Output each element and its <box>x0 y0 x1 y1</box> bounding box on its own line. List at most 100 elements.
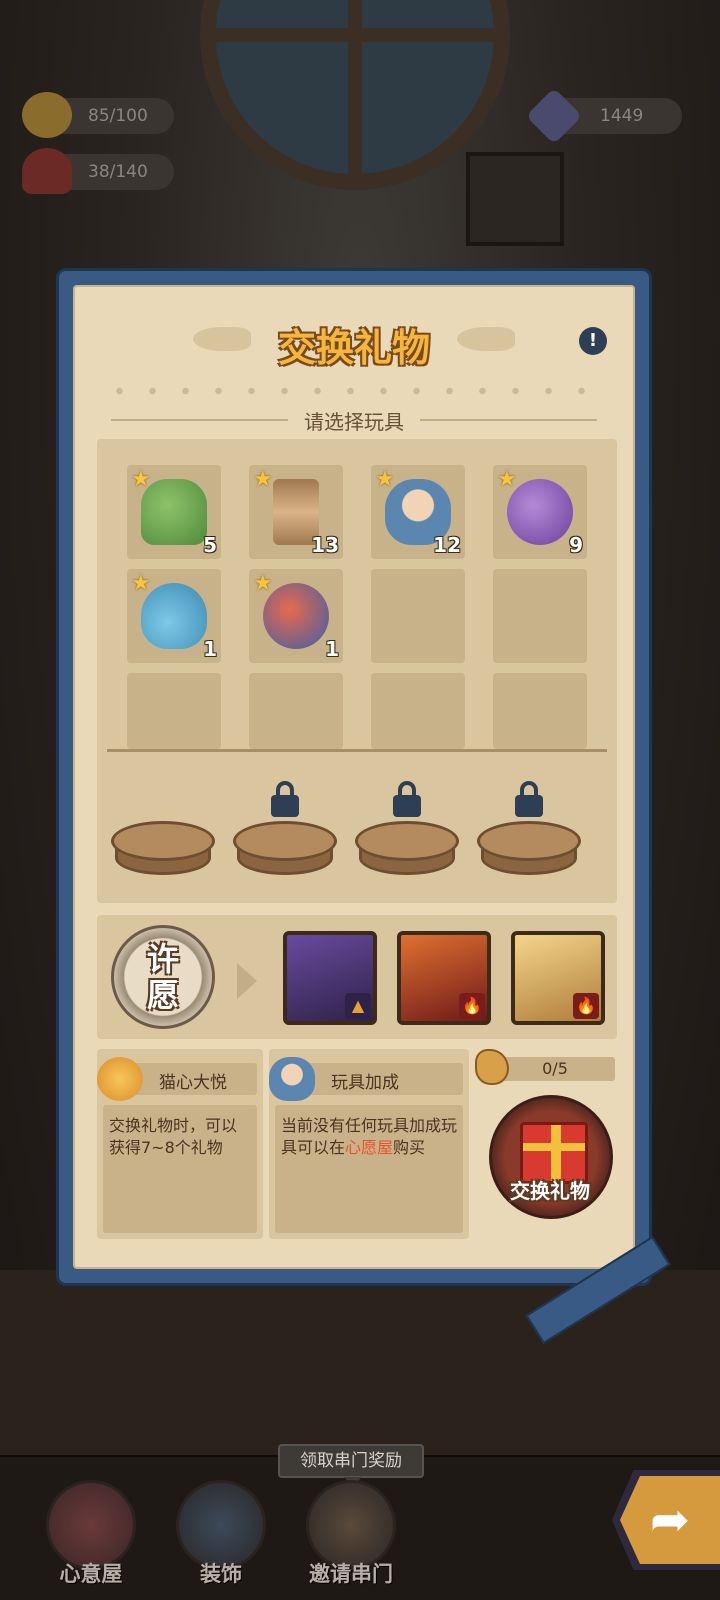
pedestal-top <box>355 821 459 861</box>
cat-mood-icon <box>22 92 72 138</box>
doll-icon <box>269 1057 315 1101</box>
toy-count: 1 <box>203 637 217 661</box>
toy-grid: ★ 5 ★ 13 ★ 12 ★ 9 ★ 1 ★ 1 <box>97 439 617 903</box>
bonus-header: 猫心大悦 <box>97 1057 263 1101</box>
toy-count: 9 <box>569 533 583 557</box>
divider-line <box>111 419 288 421</box>
wish-house-link[interactable]: 心愿屋 <box>345 1138 393 1157</box>
pedestal-slot-1[interactable] <box>111 821 215 877</box>
dotted-divider <box>103 387 605 395</box>
fire-element-icon: 🔥 <box>573 993 599 1019</box>
cat-joy-bonus: 猫心大悦 交换礼物时，可以获得7~8个礼物 <box>97 1049 263 1239</box>
toy-count: 13 <box>311 533 339 557</box>
empty-toy-slot <box>249 673 343 749</box>
heart-gift-icon <box>46 1480 136 1570</box>
mood-counter: 85/100 <box>22 92 174 138</box>
lock-body <box>393 795 421 817</box>
pedestal-slot-3 <box>355 781 459 877</box>
toy-slot-yarn[interactable]: ★ 9 <box>493 465 587 559</box>
cat-joy-title: 猫心大悦 <box>159 1073 227 1093</box>
star-icon: ★ <box>497 467 517 492</box>
share-button[interactable]: ➦ <box>612 1470 720 1570</box>
pedestal-top <box>477 821 581 861</box>
wish-button[interactable]: 许 愿 <box>111 925 215 1029</box>
element-badge-icon: ▲ <box>345 993 371 1019</box>
pedestal-slot-2 <box>233 781 337 877</box>
star-icon: ★ <box>375 467 395 492</box>
hero-card-1[interactable]: ▲ <box>283 931 377 1025</box>
empty-toy-slot <box>371 569 465 663</box>
toy-bonus: 玩具加成 当前没有任何玩具加成玩具可以在心愿屋购买 <box>269 1049 469 1239</box>
gift-ribbon <box>551 1125 561 1181</box>
gem-counter: 1449 <box>525 87 682 145</box>
toy-count: 1 <box>325 637 339 661</box>
toy-slot-spool[interactable]: ★ 13 <box>249 465 343 559</box>
pedestal-top <box>233 821 337 861</box>
toy-bonus-description: 当前没有任何玩具加成玩具可以在心愿屋购买 <box>275 1105 463 1233</box>
pedestal-top <box>111 821 215 861</box>
exchange-progress: 0/5 <box>495 1057 615 1081</box>
share-arrow-icon: ➦ <box>649 1492 691 1548</box>
star-icon: ★ <box>253 571 273 596</box>
subtitle-row: 请选择玩具 <box>111 405 597 435</box>
exchange-section: 0/5 交换礼物 <box>475 1049 615 1239</box>
cat-joy-description: 交换礼物时，可以获得7~8个礼物 <box>103 1105 257 1233</box>
grid-divider <box>107 749 607 752</box>
lock-icon <box>391 781 423 817</box>
info-icon[interactable]: ! <box>579 327 607 355</box>
star-icon: ★ <box>131 571 151 596</box>
toy-slot-plant[interactable]: ★ 5 <box>127 465 221 559</box>
toy-bonus-title: 玩具加成 <box>331 1073 399 1093</box>
divider-line <box>420 419 597 421</box>
nav-label: 装饰 <box>200 1562 242 1586</box>
lock-icon <box>269 781 301 817</box>
nav-label: 心意屋 <box>59 1562 123 1586</box>
taiyaki-icon <box>475 1049 509 1085</box>
gift-ribbon <box>523 1143 585 1151</box>
bonus-header: 玩具加成 <box>269 1057 469 1101</box>
star-icon: ★ <box>131 467 151 492</box>
dialog-header: 交换礼物 <box>75 317 633 377</box>
nav-label: 邀请串门 <box>309 1562 393 1586</box>
lock-body <box>515 795 543 817</box>
heart-icon <box>22 148 72 194</box>
toy-slot-rattle[interactable]: ★ 1 <box>249 569 343 663</box>
share-button-face: ➦ <box>620 1476 720 1564</box>
dialog-title: 交换礼物 <box>277 326 430 370</box>
select-toy-subtitle: 请选择玩具 <box>304 409 404 434</box>
heart-counter: 38/140 <box>22 148 174 194</box>
lock-icon <box>513 781 545 817</box>
hero-card-2[interactable]: 🔥 <box>397 931 491 1025</box>
empty-toy-slot <box>371 673 465 749</box>
pedestal-slot-4 <box>477 781 581 877</box>
exchange-gift-label[interactable]: 交换礼物 <box>475 1175 625 1204</box>
star-icon: ★ <box>253 467 273 492</box>
arrow-right-icon <box>237 963 257 999</box>
exchange-gift-dialog: 交换礼物 ! 请选择玩具 ★ 5 ★ 13 ★ 12 ★ 9 ★ 1 ★ 1 许… <box>56 268 671 1345</box>
paw-picture-frame <box>466 152 564 246</box>
toy-bonus-text-end: 购买 <box>393 1138 426 1157</box>
wish-label-top: 许 <box>146 940 179 978</box>
toy-slot-doll[interactable]: ★ 12 <box>371 465 465 559</box>
lock-body <box>271 795 299 817</box>
fire-element-icon: 🔥 <box>459 993 485 1019</box>
nav-invite-visit[interactable]: 邀请串门 <box>296 1480 406 1590</box>
gem-value: 1449 <box>600 106 644 126</box>
happy-cat-icon <box>97 1057 143 1101</box>
empty-toy-slot <box>493 569 587 663</box>
nav-decorate[interactable]: 装饰 <box>166 1480 276 1590</box>
toy-slot-mouse[interactable]: ★ 1 <box>127 569 221 663</box>
dialog-paper: 交换礼物 ! 请选择玩具 ★ 5 ★ 13 ★ 12 ★ 9 ★ 1 ★ 1 许… <box>73 285 635 1269</box>
heart-value: 38/140 <box>88 162 148 182</box>
empty-toy-slot <box>493 673 587 749</box>
visit-reward-tooltip[interactable]: 领取串门奖励 <box>278 1444 424 1486</box>
nav-wish-house[interactable]: 心意屋 <box>36 1480 146 1590</box>
paintbrush-icon <box>176 1480 266 1570</box>
wish-section: 许 愿 ▲ 🔥 🔥 <box>97 915 617 1039</box>
mood-value: 85/100 <box>88 106 148 126</box>
wish-label-bottom: 愿 <box>146 976 179 1014</box>
toy-count: 5 <box>203 533 217 557</box>
empty-toy-slot <box>127 673 221 749</box>
hero-card-3[interactable]: 🔥 <box>511 931 605 1025</box>
handshake-icon <box>306 1480 396 1570</box>
